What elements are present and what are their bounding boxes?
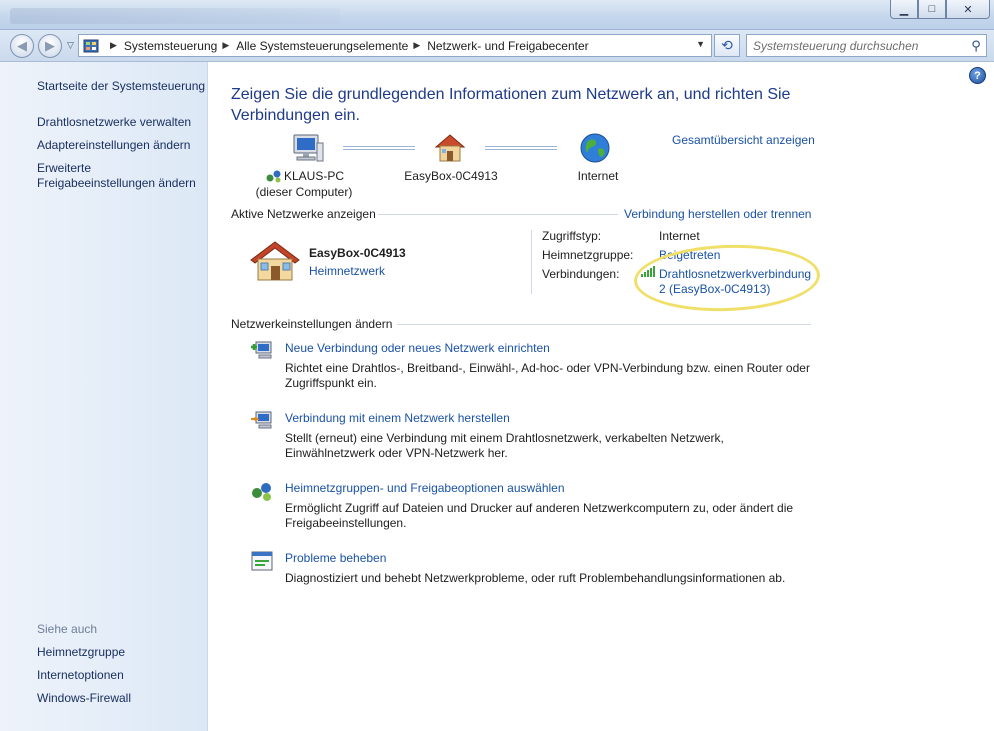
task-connect-network-desc: Stellt (erneut) eine Verbindung mit eine… xyxy=(285,431,724,460)
connection-line xyxy=(485,146,557,150)
breadcrumb-systemsteuerung[interactable]: Systemsteuerung xyxy=(124,39,217,53)
access-type-label: Zugriffstyp: xyxy=(542,229,602,243)
forward-button[interactable]: ▶ xyxy=(38,34,62,58)
task-troubleshoot[interactable]: Probleme beheben xyxy=(285,551,386,565)
network-type-link[interactable]: Heimnetzwerk xyxy=(309,264,385,278)
see-also-internet-options[interactable]: Internetoptionen xyxy=(37,668,124,683)
close-button[interactable]: ✕ xyxy=(946,0,990,19)
task-homegroup-options[interactable]: Heimnetzgruppen- und Freigabeoptionen au… xyxy=(285,481,565,495)
see-also-homegroup[interactable]: Heimnetzgruppe xyxy=(37,645,125,660)
page-title: Zeigen Sie die grundlegenden Information… xyxy=(231,86,791,124)
see-also-firewall[interactable]: Windows-Firewall xyxy=(37,691,131,706)
back-button[interactable]: ◀ xyxy=(10,34,34,58)
computer-name: KLAUS-PC xyxy=(284,169,345,183)
sidebar-link-advanced-sharing[interactable]: Erweiterte Freigabeeinstellungen ändern xyxy=(37,161,196,191)
access-type-value: Internet xyxy=(659,229,700,243)
task-pane: Startseite der Systemsteuerung Drahtlosn… xyxy=(0,62,208,731)
connections-label: Verbindungen: xyxy=(542,267,620,281)
house-icon xyxy=(434,134,466,162)
divider xyxy=(397,324,811,325)
connect-disconnect-link[interactable]: Verbindung herstellen oder trennen xyxy=(624,207,811,221)
breadcrumb: ▶ Systemsteuerung ▶ Alle Systemsteuerung… xyxy=(105,39,589,53)
divider xyxy=(378,214,618,215)
sidebar-link-wireless[interactable]: Drahtlosnetzwerke verwalten xyxy=(37,115,191,130)
computer-subtitle: (dieser Computer) xyxy=(255,185,353,199)
globe-icon xyxy=(580,133,610,163)
task-connect-network[interactable]: Verbindung mit einem Netzwerk herstellen xyxy=(285,411,510,425)
internet-label: Internet xyxy=(577,169,619,183)
task-new-connection-desc: Richtet eine Drahtlos-, Breitband-, Einw… xyxy=(285,361,810,390)
navigation-bar: ◀ ▶ ▽ ▶ Systemsteuerung ▶ Alle Systemste… xyxy=(0,30,994,62)
control-panel-icon xyxy=(83,39,99,52)
sidebar-link-adapter[interactable]: Adaptereinstellungen ändern xyxy=(37,138,190,153)
router-name: EasyBox-0C4913 xyxy=(404,169,498,183)
homegroup-label: Heimnetzgruppe: xyxy=(542,248,634,262)
connection-line xyxy=(343,146,415,150)
breadcrumb-alle-elemente[interactable]: Alle Systemsteuerungselemente xyxy=(236,39,408,53)
divider-vertical xyxy=(531,230,532,294)
homegroup-icon xyxy=(252,483,271,501)
network-nodes-icon xyxy=(266,170,281,183)
house-large-icon xyxy=(250,241,300,281)
computer-icon xyxy=(293,134,324,162)
blurred-title-area xyxy=(10,8,340,24)
network-name: EasyBox-0C4913 xyxy=(309,246,406,260)
new-connection-icon xyxy=(251,341,272,359)
address-bar[interactable]: ▶ Systemsteuerung ▶ Alle Systemsteuerung… xyxy=(78,34,712,57)
task-troubleshoot-desc: Diagnostiziert und behebt Netzwerkproble… xyxy=(285,571,786,585)
refresh-button[interactable]: ⟲ xyxy=(714,34,740,57)
full-map-link[interactable]: Gesamtübersicht anzeigen xyxy=(672,133,815,147)
window-controls: ▁ □ ✕ xyxy=(890,0,990,19)
breadcrumb-netzwerkcenter[interactable]: Netzwerk- und Freigabecenter xyxy=(427,39,588,53)
connect-network-icon xyxy=(251,411,272,429)
refresh-icon: ⟲ xyxy=(721,37,733,53)
change-settings-heading: Netzwerkeinstellungen ändern xyxy=(231,317,393,331)
chevron-right-icon[interactable]: ▶ xyxy=(110,40,117,51)
search-input[interactable]: Systemsteuerung durchsuchen xyxy=(747,39,966,53)
arrow-right-icon: ▶ xyxy=(45,38,55,53)
task-homegroup-options-desc: Ermöglicht Zugriff auf Dateien und Druck… xyxy=(285,501,794,530)
chevron-right-icon[interactable]: ▶ xyxy=(413,40,420,51)
arrow-left-icon: ◀ xyxy=(17,38,27,53)
see-also-heading: Siehe auch xyxy=(37,622,98,636)
help-icon[interactable]: ? xyxy=(969,67,986,84)
maximize-button[interactable]: □ xyxy=(918,0,946,19)
search-box[interactable]: Systemsteuerung durchsuchen ⚲ xyxy=(746,34,987,57)
address-dropdown-icon[interactable]: ▼ xyxy=(696,39,705,49)
task-new-connection[interactable]: Neue Verbindung oder neues Netzwerk einr… xyxy=(285,341,550,355)
active-networks-heading: Aktive Netzwerke anzeigen xyxy=(231,207,376,221)
search-icon[interactable]: ⚲ xyxy=(966,38,986,54)
troubleshoot-icon xyxy=(251,551,273,571)
recent-pages-dropdown[interactable]: ▽ xyxy=(67,40,74,51)
title-bar: ▁ □ ✕ xyxy=(0,0,994,30)
chevron-right-icon[interactable]: ▶ xyxy=(222,40,229,51)
minimize-button[interactable]: ▁ xyxy=(890,0,918,19)
sidebar-link-home[interactable]: Startseite der Systemsteuerung xyxy=(37,79,205,94)
